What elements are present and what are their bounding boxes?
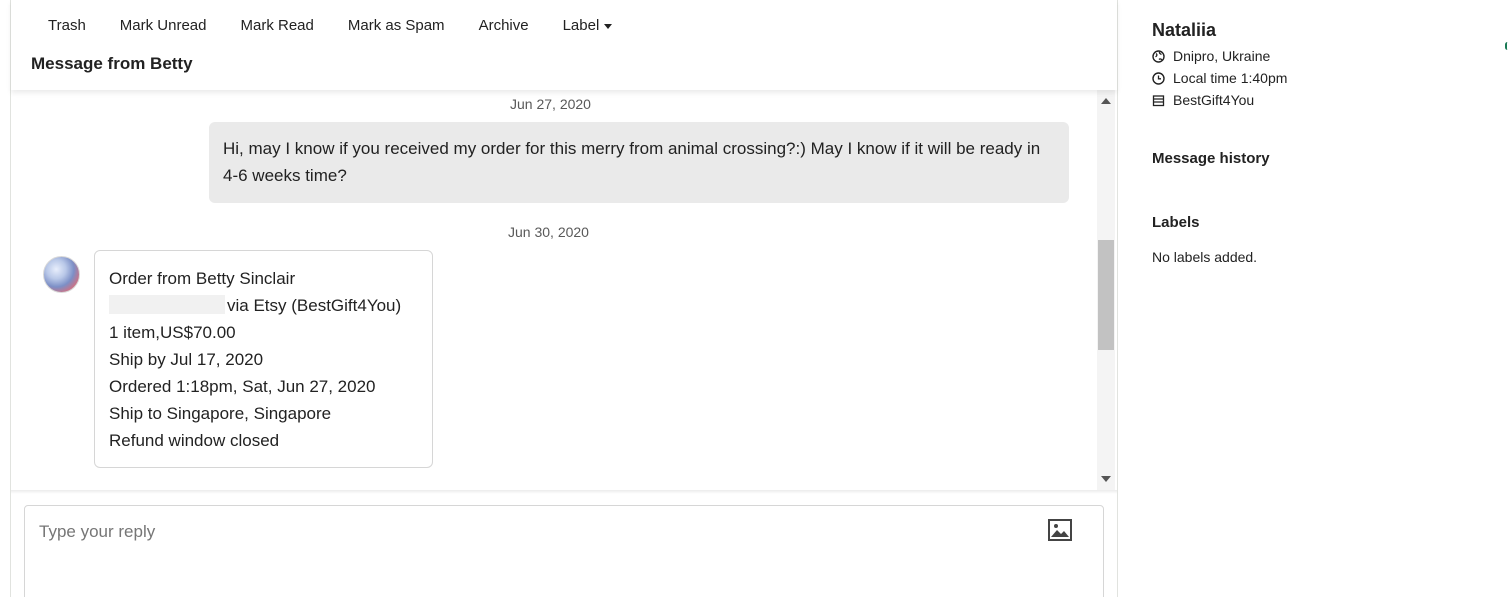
contact-local-time: Local time 1:40pm: [1152, 70, 1287, 86]
order-ship-by: Ship by Jul 17, 2020: [109, 350, 264, 369]
caret-down-icon: [604, 23, 613, 29]
panel-divider: [1117, 0, 1118, 597]
contact-shop: BestGift4You: [1152, 92, 1254, 108]
order-refund-status: Refund window closed: [109, 431, 280, 450]
label-dropdown-text: Label: [562, 17, 600, 34]
trash-button[interactable]: Trash: [31, 14, 103, 37]
sender-avatar[interactable]: [43, 256, 80, 293]
order-title: Order from Betty Sinclair: [109, 269, 296, 288]
order-ship-to: Ship to Singapore, Singapore: [109, 404, 332, 423]
date-separator: Jun 27, 2020: [510, 96, 591, 112]
label-dropdown-button[interactable]: Label: [546, 14, 630, 37]
contact-sidebar: Nataliia Dnipro, Ukraine Local time 1:40…: [1152, 0, 1492, 597]
scroll-down-arrow-icon[interactable]: [1101, 476, 1111, 482]
shop-icon: [1152, 94, 1165, 106]
reply-divider: [11, 490, 1117, 494]
page-title: Message from Betty: [31, 54, 193, 73]
date-separator: Jun 30, 2020: [508, 224, 589, 240]
mark-spam-button[interactable]: Mark as Spam: [331, 14, 462, 37]
reply-box[interactable]: [24, 505, 1104, 597]
order-date: Ordered 1:18pm, Sat, Jun 27, 2020: [109, 377, 376, 396]
scrollbar-thumb[interactable]: [1098, 240, 1114, 350]
reply-input[interactable]: [39, 522, 999, 542]
thread-header: Trash Mark Unread Mark Read Mark as Spam…: [11, 0, 1117, 90]
archive-button[interactable]: Archive: [462, 14, 546, 37]
globe-icon: [1152, 49, 1165, 63]
conversation-area[interactable]: Jun 27, 2020 Hi, may I know if you recei…: [11, 90, 1117, 490]
order-via-line: via Etsy (BestGift4You): [109, 292, 418, 319]
order-via-text: via Etsy (BestGift4You): [227, 296, 402, 315]
message-thread-panel: Trash Mark Unread Mark Read Mark as Spam…: [11, 0, 1117, 597]
conversation-scrollbar[interactable]: [1097, 90, 1115, 490]
clock-icon: [1152, 71, 1165, 85]
image-icon[interactable]: [1048, 519, 1072, 541]
mark-read-button[interactable]: Mark Read: [224, 14, 331, 37]
location-text: Dnipro, Ukraine: [1173, 48, 1271, 64]
outgoing-message-bubble: Hi, may I know if you received my order …: [209, 122, 1069, 203]
scroll-up-arrow-icon[interactable]: [1101, 98, 1111, 104]
edge-indicator: [1505, 42, 1510, 50]
local-time-text: Local time 1:40pm: [1173, 70, 1288, 86]
no-labels-text: No labels added.: [1152, 249, 1258, 265]
mark-unread-button[interactable]: Mark Unread: [103, 14, 224, 37]
shop-name-text[interactable]: BestGift4You: [1173, 92, 1254, 108]
order-items: 1 item,US$70.00: [109, 323, 236, 342]
contact-name[interactable]: Nataliia: [1152, 20, 1216, 41]
message-toolbar: Trash Mark Unread Mark Read Mark as Spam…: [31, 14, 629, 37]
order-card[interactable]: Order from Betty Sinclair via Etsy (Best…: [94, 250, 433, 468]
labels-heading: Labels: [1152, 214, 1200, 231]
message-history-link[interactable]: Message history: [1152, 150, 1270, 167]
redacted-block: [109, 295, 225, 314]
contact-location: Dnipro, Ukraine: [1152, 48, 1270, 64]
